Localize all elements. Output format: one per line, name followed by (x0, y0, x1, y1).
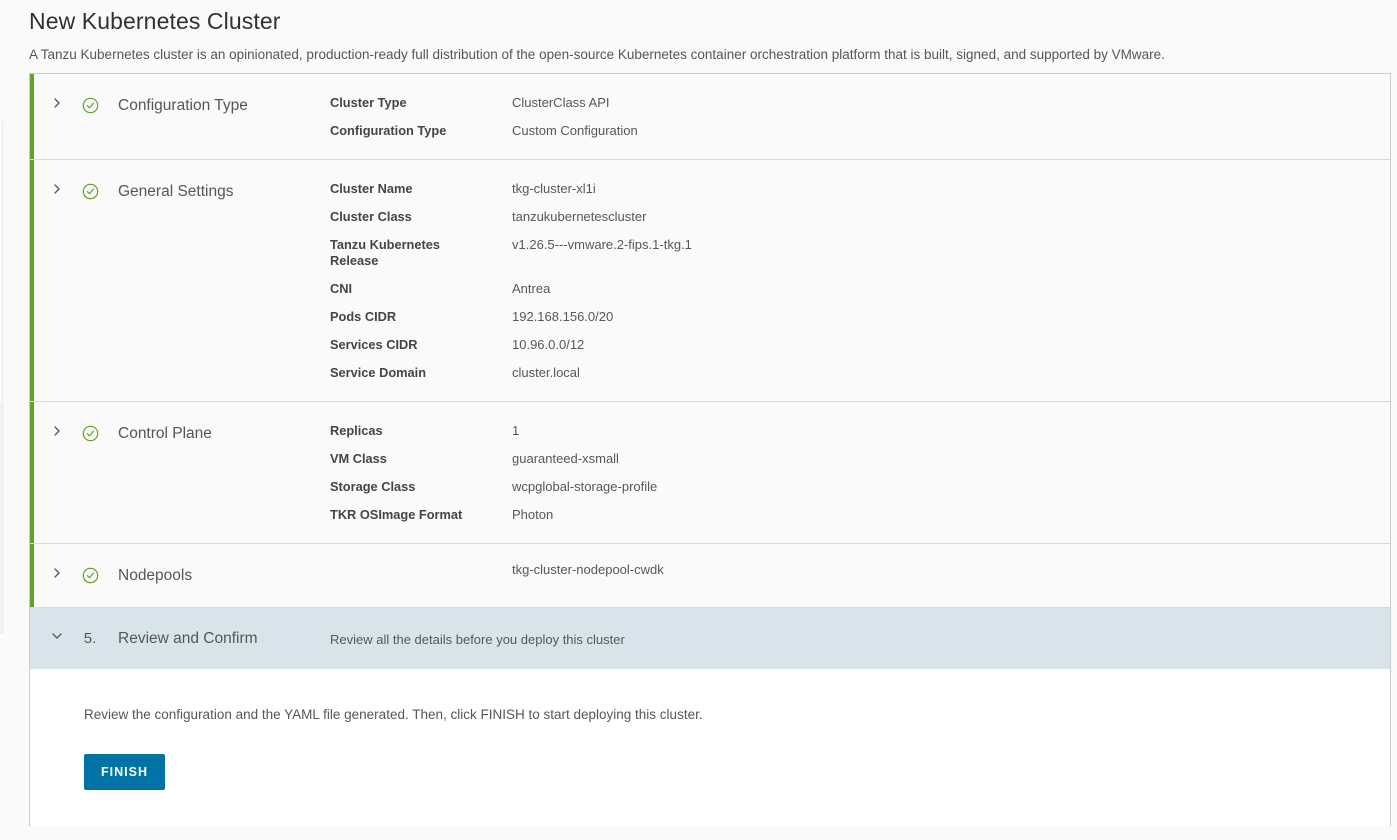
finish-button[interactable]: FINISH (84, 754, 165, 790)
summary-field: Tanzu Kubernetes Release v1.26.5---vmwar… (330, 237, 1390, 269)
check-circle-icon (75, 566, 105, 584)
summary-field: Pods CIDR 192.168.156.0/20 (330, 309, 1390, 325)
field-value: Custom Configuration (512, 123, 638, 138)
step-title: Review and Confirm (118, 630, 258, 647)
page-title: New Kubernetes Cluster (29, 8, 281, 34)
wizard-step-review-and-confirm[interactable]: 5. Review and Confirm Review all the det… (30, 608, 1390, 670)
step-summary-text: Review all the details before you deploy… (330, 632, 625, 647)
review-and-confirm-content: Review the configuration and the YAML fi… (30, 670, 1390, 826)
summary-field: Cluster Type ClusterClass API (330, 95, 1390, 111)
wizard-step-control-plane[interactable]: Control Plane Replicas 1 VM Class guaran… (30, 402, 1390, 544)
summary-field: VM Class guaranteed-xsmall (330, 451, 1390, 467)
chevron-right-icon[interactable] (39, 566, 75, 579)
field-label: Cluster Class (330, 209, 412, 224)
summary-field: Configuration Type Custom Configuration (330, 123, 1390, 139)
summary-field: Cluster Name tkg-cluster-xl1i (330, 181, 1390, 197)
field-label: Pods CIDR (330, 309, 397, 324)
field-value: wcpglobal-storage-profile (512, 479, 658, 494)
new-kubernetes-cluster-page: New Kubernetes Cluster A Tanzu Kubernete… (0, 0, 1397, 840)
field-label: Cluster Name (330, 181, 413, 196)
field-label: Tanzu Kubernetes Release (330, 237, 440, 268)
field-value: tanzukubernetescluster (512, 209, 647, 224)
wizard-step-nodepools[interactable]: Nodepools tkg-cluster-nodepool-cwdk (30, 544, 1390, 608)
field-label: Services CIDR (330, 337, 418, 352)
step-title: Control Plane (118, 425, 212, 442)
check-circle-icon (75, 424, 105, 442)
field-value: guaranteed-xsmall (512, 451, 619, 466)
step-title: Configuration Type (118, 97, 248, 114)
field-value: 10.96.0.0/12 (512, 337, 585, 352)
field-value: 192.168.156.0/20 (512, 309, 614, 324)
chevron-right-icon[interactable] (39, 182, 75, 195)
step-header[interactable]: 5. Review and Confirm (30, 608, 330, 669)
field-value: tkg-cluster-xl1i (512, 181, 596, 196)
page-header: New Kubernetes Cluster A Tanzu Kubernete… (0, 0, 1397, 64)
step-summary-fields: Cluster Type ClusterClass API Configurat… (330, 74, 1390, 159)
field-label: CNI (330, 281, 353, 296)
chevron-down-icon[interactable] (39, 629, 75, 642)
step-title: Nodepools (118, 567, 193, 584)
left-panel-edge-shade (0, 404, 4, 634)
summary-field: Service Domain cluster.local (330, 365, 1390, 381)
field-value: Antrea (512, 281, 551, 296)
step-header[interactable]: Nodepools (30, 544, 330, 607)
summary-field: CNI Antrea (330, 281, 1390, 297)
field-label: Configuration Type (330, 123, 447, 138)
step-summary-fields: Cluster Name tkg-cluster-xl1i Cluster Cl… (330, 160, 1390, 401)
wizard-step-general-settings[interactable]: General Settings Cluster Name tkg-cluste… (30, 160, 1390, 402)
field-label: Storage Class (330, 479, 416, 494)
field-label (330, 562, 512, 578)
step-number: 5. (83, 630, 97, 647)
field-value: v1.26.5---vmware.2-fips.1-tkg.1 (512, 237, 692, 252)
step-title: General Settings (118, 183, 234, 200)
field-label: Replicas (330, 423, 383, 438)
step-summary-fields: Replicas 1 VM Class guaranteed-xsmall St… (330, 402, 1390, 543)
step-summary-fields: Review all the details before you deploy… (330, 608, 1390, 669)
field-label: VM Class (330, 451, 387, 466)
wizard-step-configuration-type[interactable]: Configuration Type Cluster Type ClusterC… (30, 74, 1390, 160)
review-instructions: Review the configuration and the YAML fi… (84, 707, 703, 722)
summary-field: tkg-cluster-nodepool-cwdk (330, 562, 1390, 578)
field-value: Photon (512, 507, 554, 522)
check-circle-icon (75, 96, 105, 114)
page-subtitle: A Tanzu Kubernetes cluster is an opinion… (29, 47, 1165, 62)
chevron-right-icon[interactable] (39, 96, 75, 109)
step-header[interactable]: General Settings (30, 160, 330, 401)
nodepool-name-value: tkg-cluster-nodepool-cwdk (512, 562, 664, 577)
chevron-right-icon[interactable] (39, 424, 75, 437)
left-panel-edge-divider (2, 122, 3, 404)
summary-field: Cluster Class tanzukubernetescluster (330, 209, 1390, 225)
check-circle-icon (75, 182, 105, 200)
field-label: TKR OSImage Format (330, 507, 463, 522)
cluster-wizard-accordion: Configuration Type Cluster Type ClusterC… (29, 73, 1391, 826)
summary-field: TKR OSImage Format Photon (330, 507, 1390, 523)
field-label: Service Domain (330, 365, 427, 380)
step-header[interactable]: Configuration Type (30, 74, 330, 159)
field-value: ClusterClass API (512, 95, 610, 110)
summary-field: Replicas 1 (330, 423, 1390, 439)
field-value: cluster.local (512, 365, 580, 380)
step-summary-fields: tkg-cluster-nodepool-cwdk (330, 544, 1390, 607)
summary-field: Storage Class wcpglobal-storage-profile (330, 479, 1390, 495)
field-value: 1 (512, 423, 520, 438)
step-header[interactable]: Control Plane (30, 402, 330, 543)
field-label: Cluster Type (330, 95, 407, 110)
summary-field: Services CIDR 10.96.0.0/12 (330, 337, 1390, 353)
